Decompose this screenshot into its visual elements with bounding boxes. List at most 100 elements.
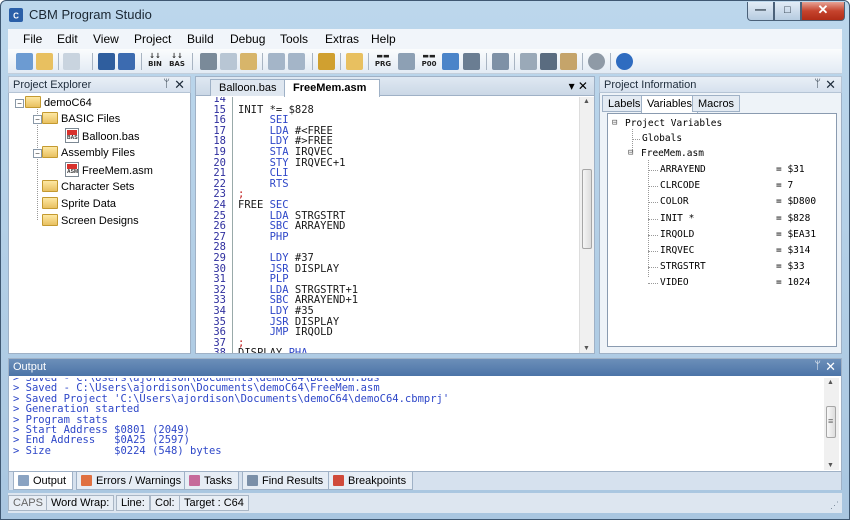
folder-icon [42, 146, 58, 158]
copy-icon[interactable] [220, 53, 237, 70]
pin-icon[interactable]: ᛘ [814, 360, 821, 372]
tree-item-balloon-bas[interactable]: BAS Balloon.bas [65, 128, 140, 143]
tree-item-assembly-files[interactable]: Assembly Files [42, 146, 135, 159]
tree-item-project[interactable]: demoC64 [25, 96, 92, 109]
variable-name[interactable]: IRQOLD [660, 229, 694, 240]
minimize-button[interactable]: — [747, 2, 774, 21]
build-bin-icon[interactable]: ↓↓ BIN [146, 52, 164, 68]
tab-errors-warnings[interactable]: Errors / Warnings [76, 472, 189, 490]
tree-line [648, 234, 658, 236]
tab-find-results[interactable]: Find Results [242, 472, 331, 490]
scroll-down-icon[interactable]: ▼ [583, 345, 590, 352]
monitor-icon[interactable] [492, 53, 509, 70]
tree-root-project-variables[interactable]: Project Variables [625, 118, 722, 129]
title-bar[interactable]: C CBM Program Studio — □ ✕ [1, 1, 849, 29]
project-information-panel: Project Information ᛘ ✕ Labels Variables… [599, 76, 842, 354]
generate-prg-icon[interactable]: ▬▬ PRG [374, 52, 392, 68]
collapse-icon[interactable]: ⊟ [628, 148, 633, 158]
screen-icon[interactable] [463, 53, 480, 70]
maximize-button[interactable]: □ [774, 2, 801, 21]
variable-name[interactable]: VIDEO [660, 277, 689, 288]
grid-icon[interactable] [520, 53, 537, 70]
menu-tools[interactable]: Tools [280, 32, 308, 46]
variable-name[interactable]: IRQVEC [660, 245, 694, 256]
grip-icon: ≡ [828, 416, 834, 426]
collapse-icon[interactable]: − [33, 149, 42, 158]
build-bas-icon[interactable]: ↓↓ BAS [168, 52, 186, 68]
variable-name[interactable]: ARRAYEND [660, 164, 706, 175]
tree-item-freemem-asm[interactable]: FreeMem.asm [641, 148, 704, 159]
gear-icon[interactable] [588, 53, 605, 70]
edit-icon[interactable] [318, 53, 335, 70]
help-icon[interactable] [616, 53, 633, 70]
resize-grip-icon[interactable]: ⋰ [830, 500, 839, 511]
output-log[interactable]: > Saved - C:\Users\ajordison\Documents\d… [13, 378, 821, 468]
scroll-thumb[interactable]: ≡ [826, 406, 836, 438]
tab-output[interactable]: Output [13, 472, 74, 490]
menu-build[interactable]: Build [187, 32, 214, 46]
pin-icon[interactable]: ᛘ [163, 78, 170, 90]
close-icon[interactable]: ✕ [174, 77, 185, 93]
tree-label: BASIC Files [61, 113, 121, 125]
tab-freemem-asm[interactable]: FreeMem.asm [284, 79, 380, 97]
line-number: 19 [213, 146, 226, 158]
output-vertical-scrollbar[interactable]: ▲ ≡ ▼ [824, 378, 839, 470]
editor-vertical-scrollbar[interactable]: ▲ ▼ [579, 97, 594, 353]
outdent-icon[interactable] [288, 53, 305, 70]
collapse-icon[interactable]: − [15, 99, 24, 108]
generate-p00-icon[interactable]: ▬▬ P00 [420, 52, 438, 68]
run-icon[interactable] [398, 53, 415, 70]
menu-file[interactable]: File [23, 32, 42, 46]
indent-icon[interactable] [268, 53, 285, 70]
variable-name[interactable]: CLRCODE [660, 180, 700, 191]
collapse-icon[interactable]: ⊟ [612, 118, 617, 128]
scroll-thumb[interactable] [582, 169, 592, 249]
menu-project[interactable]: Project [134, 32, 171, 46]
panel-title: Project Explorer [13, 79, 92, 91]
cut-icon[interactable] [200, 53, 217, 70]
open-project-icon[interactable] [346, 53, 363, 70]
code-area[interactable]: 14 15 INIT *= $828 16 SEI 17 LDA #<FREE 18 LD… [196, 97, 580, 353]
scroll-up-icon[interactable]: ▲ [583, 98, 590, 105]
variable-name[interactable]: INIT * [660, 213, 694, 224]
menu-debug[interactable]: Debug [230, 32, 265, 46]
tree-item-freemem-asm[interactable]: ASM FreeMem.asm [65, 162, 153, 177]
menu-extras[interactable]: Extras [325, 32, 359, 46]
scroll-up-icon[interactable]: ▲ [827, 379, 834, 386]
scroll-down-icon[interactable]: ▼ [827, 462, 834, 469]
tab-balloon-bas[interactable]: Balloon.bas [210, 79, 288, 96]
close-icon[interactable]: ✕ [825, 77, 836, 93]
tab-macros[interactable]: Macros [692, 95, 741, 112]
toolbar-separator [262, 53, 263, 70]
tree-item-screen-designs[interactable]: Screen Designs [42, 214, 139, 227]
tree-item-sprite-data[interactable]: Sprite Data [42, 197, 116, 210]
save-icon[interactable] [98, 53, 115, 70]
collapse-icon[interactable]: − [33, 115, 42, 124]
open-folder-icon[interactable] [36, 53, 53, 70]
tree-item-basic-files[interactable]: BASIC Files [42, 112, 120, 125]
breakpoint-icon [333, 475, 344, 486]
sprite-icon[interactable] [540, 53, 557, 70]
close-button[interactable]: ✕ [801, 2, 845, 21]
menu-help[interactable]: Help [371, 32, 396, 46]
close-icon[interactable]: ✕ [825, 359, 836, 375]
tab-labels[interactable]: Labels [602, 95, 647, 112]
notes-icon[interactable] [560, 53, 577, 70]
tree-item-character-sets[interactable]: Character Sets [42, 180, 134, 193]
tab-tasks[interactable]: Tasks [184, 472, 240, 490]
pin-icon[interactable]: ᛘ [814, 78, 821, 90]
variables-tree[interactable]: ⊟ Project Variables Globals ⊟ FreeMem.as… [607, 113, 837, 347]
disk-icon[interactable] [442, 53, 459, 70]
variable-name[interactable]: STRGSTRT [660, 261, 706, 272]
variable-name[interactable]: COLOR [660, 196, 689, 207]
new-project-icon[interactable] [16, 53, 33, 70]
menu-view[interactable]: View [93, 32, 119, 46]
save-all-icon[interactable] [118, 53, 135, 70]
menu-edit[interactable]: Edit [57, 32, 78, 46]
tree-item-globals[interactable]: Globals [642, 133, 682, 144]
new-file-icon[interactable] [63, 53, 80, 70]
editor-tab-controls[interactable]: ▾ ✕ [569, 79, 588, 93]
tab-breakpoints[interactable]: Breakpoints [328, 472, 414, 490]
paste-icon[interactable] [240, 53, 257, 70]
tab-variables[interactable]: Variables [641, 95, 699, 113]
